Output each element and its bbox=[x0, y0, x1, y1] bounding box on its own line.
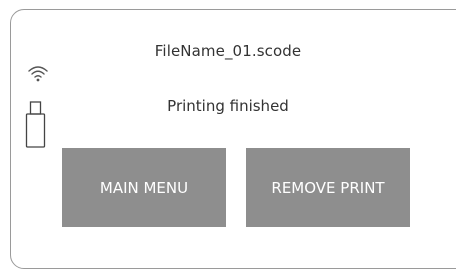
usb-drive-icon bbox=[25, 101, 46, 148]
main-menu-button[interactable]: MAIN MENU bbox=[62, 148, 226, 227]
remove-print-button[interactable]: REMOVE PRINT bbox=[246, 148, 410, 227]
print-status-text: Printing finished bbox=[167, 97, 289, 115]
wifi-icon bbox=[28, 66, 48, 82]
file-name: FileName_01.scode bbox=[154, 42, 302, 60]
